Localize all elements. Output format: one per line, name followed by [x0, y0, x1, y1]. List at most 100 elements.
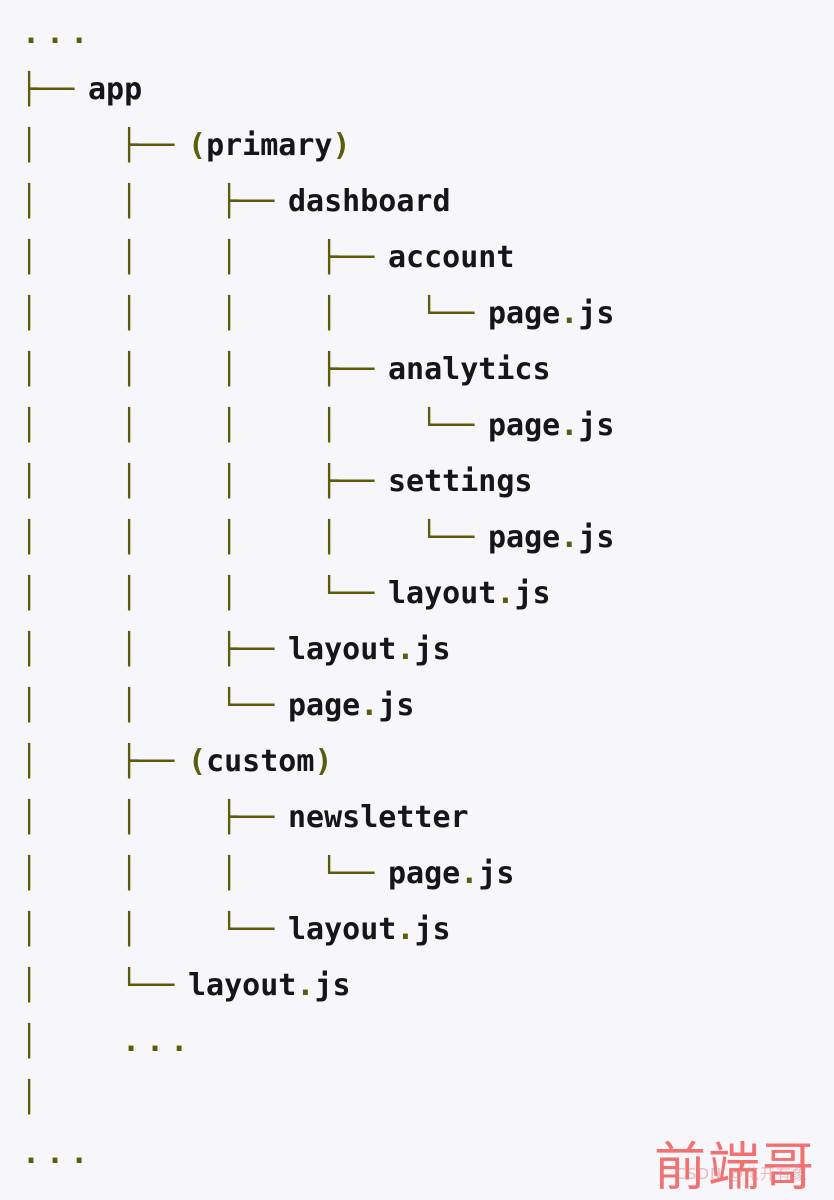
tree-vertical-guide: │ [220, 352, 239, 387]
tree-branch-tee: ├── [320, 240, 375, 275]
tree-row: │ │ ├── dashboard [0, 174, 834, 230]
file-dot: . [360, 688, 379, 723]
tree-vertical-guide: │ [20, 128, 39, 163]
tree-branch-tee: ├── [120, 744, 175, 779]
tree-vertical-guide: │ [20, 632, 39, 667]
tree-row: ... [0, 1126, 834, 1182]
tree-vertical-guide: │ [20, 520, 39, 555]
tree-node-file: layout.js [288, 622, 451, 678]
file-dot: . [496, 576, 515, 611]
group-name: custom [206, 744, 315, 779]
tree-branch-elbow: └── [420, 408, 475, 443]
tree-node-dir: newsletter [288, 800, 469, 835]
tree-vertical-guide: │ [220, 520, 239, 555]
tree-vertical-guide: │ [120, 464, 139, 499]
file-dot: . [460, 856, 479, 891]
tree-branch-tee: ├── [220, 800, 275, 835]
tree-row: │ │ │ │ └── page.js [0, 286, 834, 342]
file-basename: layout [188, 968, 297, 1003]
tree-row: │ └── layout.js [0, 958, 834, 1014]
tree-vertical-guide: │ [20, 1024, 39, 1059]
tree-node-file: page.js [488, 510, 614, 566]
tree-row: │ │ │ └── page.js [0, 846, 834, 902]
paren-close: ) [314, 744, 333, 779]
tree-vertical-guide: │ [120, 352, 139, 387]
tree-vertical-guide: │ [20, 240, 39, 275]
tree-ellipsis: ... [22, 16, 95, 51]
tree-branch-tee: ├── [220, 184, 275, 219]
tree-vertical-guide: │ [220, 576, 239, 611]
paren-close: ) [332, 128, 351, 163]
tree-row: │ │ └── layout.js [0, 902, 834, 958]
file-extension: js [314, 968, 351, 1003]
tree-branch-elbow: └── [320, 856, 375, 891]
tree-row: │ │ │ ├── analytics [0, 342, 834, 398]
file-basename: page [288, 688, 361, 723]
tree-vertical-guide: │ [20, 464, 39, 499]
file-dot: . [396, 632, 415, 667]
file-basename: page [488, 520, 561, 555]
tree-vertical-guide: │ [320, 520, 339, 555]
file-extension: js [414, 632, 451, 667]
tree-branch-elbow: └── [320, 576, 375, 611]
tree-vertical-guide: │ [120, 856, 139, 891]
file-basename: page [488, 408, 561, 443]
tree-branch-tee: ├── [120, 128, 175, 163]
tree-node-file: layout.js [188, 958, 351, 1014]
tree-branch-elbow: └── [120, 968, 175, 1003]
file-extension: js [514, 576, 551, 611]
tree-branch-tee: ├── [220, 632, 275, 667]
tree-vertical-guide: │ [220, 464, 239, 499]
tree-vertical-guide: │ [220, 408, 239, 443]
tree-vertical-guide: │ [20, 1080, 39, 1115]
tree-vertical-guide: │ [320, 408, 339, 443]
tree-row: │ │ │ └── layout.js [0, 566, 834, 622]
file-extension: js [478, 856, 515, 891]
tree-row: │ │ │ ├── settings [0, 454, 834, 510]
tree-row: │ ├── (custom) [0, 734, 834, 790]
ascii-tree: ... ├── app │ ├── (primary) │ │ ├── dashboard │ │ │ ├… [0, 0, 834, 1182]
tree-row: ├── app [0, 62, 834, 118]
tree-vertical-guide: │ [120, 184, 139, 219]
tree-row: ... [0, 6, 834, 62]
file-basename: layout [288, 912, 397, 947]
tree-row: │... [0, 1014, 834, 1070]
file-extension: js [578, 408, 615, 443]
file-basename: page [488, 296, 561, 331]
tree-vertical-guide: │ [20, 352, 39, 387]
paren-open: ( [188, 744, 207, 779]
tree-branch-elbow: └── [420, 520, 475, 555]
group-name: primary [206, 128, 333, 163]
tree-node-group: (custom) [188, 734, 333, 790]
tree-vertical-guide: │ [220, 296, 239, 331]
file-extension: js [578, 520, 615, 555]
file-basename: layout [388, 576, 497, 611]
tree-branch-tee: ├── [20, 72, 75, 107]
file-extension: js [578, 296, 615, 331]
tree-vertical-guide: │ [220, 856, 239, 891]
tree-node-file: page.js [388, 846, 514, 902]
tree-ellipsis: ... [122, 1024, 195, 1059]
file-dot: . [396, 912, 415, 947]
tree-branch-elbow: └── [220, 912, 275, 947]
tree-vertical-guide: │ [320, 296, 339, 331]
tree-node-dir: app [88, 72, 143, 107]
tree-vertical-guide: │ [20, 800, 39, 835]
file-dot: . [560, 296, 579, 331]
tree-row: │ │ │ │ └── page.js [0, 398, 834, 454]
tree-vertical-guide: │ [20, 184, 39, 219]
tree-vertical-guide: │ [20, 576, 39, 611]
tree-vertical-guide: │ [20, 968, 39, 1003]
file-dot: . [560, 520, 579, 555]
tree-vertical-guide: │ [20, 296, 39, 331]
tree-row: │ │ ├── layout.js [0, 622, 834, 678]
tree-row: │ │ ├── newsletter [0, 790, 834, 846]
paren-open: ( [188, 128, 207, 163]
tree-vertical-guide: │ [20, 688, 39, 723]
file-extension: js [414, 912, 451, 947]
tree-row: │ [0, 1070, 834, 1126]
tree-row: │ │ │ ├── account [0, 230, 834, 286]
tree-vertical-guide: │ [20, 408, 39, 443]
tree-row: │ │ │ │ └── page.js [0, 510, 834, 566]
tree-branch-tee: ├── [320, 464, 375, 499]
